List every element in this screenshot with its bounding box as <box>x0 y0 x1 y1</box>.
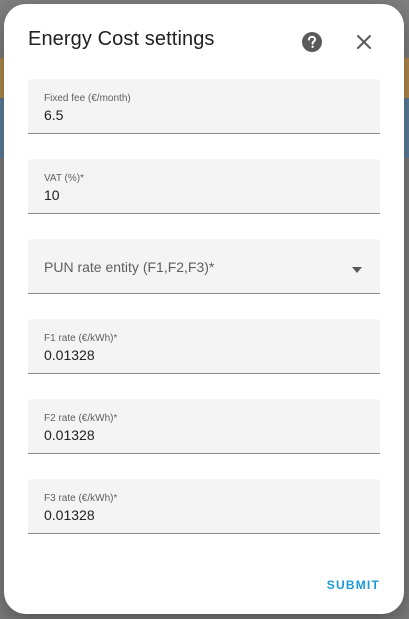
f3-rate-value: 0.01328 <box>44 507 95 523</box>
pun-rate-entity-select[interactable]: PUN rate entity (F1,F2,F3)* <box>28 239 380 294</box>
vat-value: 10 <box>44 187 60 203</box>
fixed-fee-label: Fixed fee (€/month) <box>44 93 131 104</box>
vat-field[interactable]: VAT (%)* 10 <box>28 159 380 214</box>
f2-rate-field[interactable]: F2 rate (€/kWh)* 0.01328 <box>28 399 380 454</box>
help-circle-icon[interactable] <box>301 31 323 53</box>
vat-label: VAT (%)* <box>44 173 85 184</box>
close-icon[interactable] <box>354 32 374 52</box>
f2-rate-label: F2 rate (€/kWh)* <box>44 413 118 424</box>
pun-rate-entity-label: PUN rate entity (F1,F2,F3)* <box>44 259 215 275</box>
submit-button[interactable]: SUBMIT <box>327 574 380 596</box>
energy-cost-settings-dialog: Energy Cost settings Fixed fee (€/month)… <box>4 4 404 614</box>
f3-rate-label: F3 rate (€/kWh)* <box>44 493 118 504</box>
dialog-title: Energy Cost settings <box>28 28 215 50</box>
chevron-down-icon[interactable] <box>350 262 364 273</box>
f1-rate-label: F1 rate (€/kWh)* <box>44 333 118 344</box>
f2-rate-value: 0.01328 <box>44 427 95 443</box>
f3-rate-field[interactable]: F3 rate (€/kWh)* 0.01328 <box>28 479 380 534</box>
fixed-fee-field[interactable]: Fixed fee (€/month) 6.5 <box>28 79 380 134</box>
f1-rate-field[interactable]: F1 rate (€/kWh)* 0.01328 <box>28 319 380 374</box>
f1-rate-value: 0.01328 <box>44 347 95 363</box>
fixed-fee-value: 6.5 <box>44 107 64 123</box>
